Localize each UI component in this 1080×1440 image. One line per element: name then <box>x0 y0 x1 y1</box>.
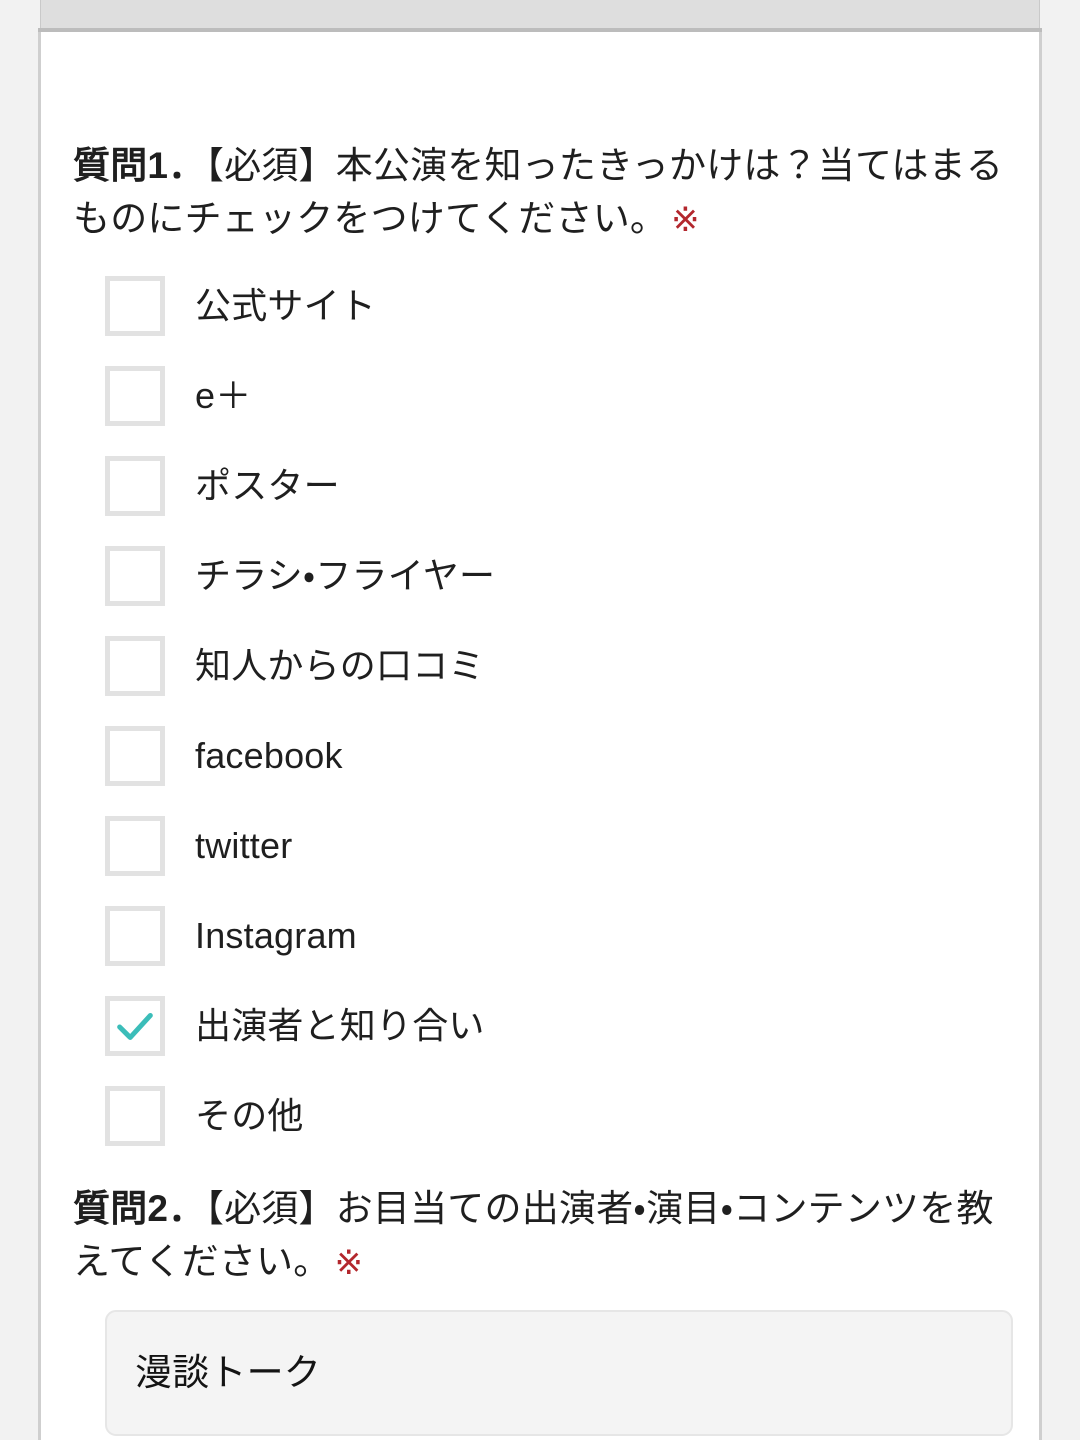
check-icon <box>117 1013 153 1041</box>
question-1-choice-list: 公式サイト e＋ ポスターチラシ・フライヤー 知人からの口コミ facebook twit… <box>73 261 1007 1161</box>
survey-form-card: 質問1．【必須】本公演を知ったきっかけは？当てはまるものにチェックをつけてくださ… <box>38 32 1042 1440</box>
choice-row[interactable]: facebook <box>73 711 1007 801</box>
checkbox-unchecked[interactable] <box>105 1086 165 1147</box>
question-1-heading: 質問1．【必須】本公演を知ったきっかけは？当てはまるものにチェックをつけてくださ… <box>73 140 1007 245</box>
choice-row[interactable]: ポスター <box>73 441 1007 531</box>
choice-label: facebook <box>195 735 343 777</box>
checkbox-unchecked[interactable] <box>105 366 165 427</box>
choice-label: 公式サイト <box>195 285 377 327</box>
choice-row[interactable]: チラシ・フライヤー <box>73 531 1007 621</box>
survey-page: 質問1．【必須】本公演を知ったきっかけは？当てはまるものにチェックをつけてくださ… <box>0 0 1080 1440</box>
choice-row[interactable]: twitter <box>73 801 1007 891</box>
question-1-block: 質問1．【必須】本公演を知ったきっかけは？当てはまるものにチェックをつけてくださ… <box>73 32 1007 1161</box>
question-2-number: 質問2． <box>73 1188 206 1230</box>
choice-label: 知人からの口コミ <box>195 645 485 687</box>
question-2-answer-field[interactable]: 漫談トーク <box>105 1310 1013 1437</box>
choice-label: チラシ・フライヤー <box>195 555 496 597</box>
checkbox-unchecked[interactable] <box>105 726 165 787</box>
choice-row[interactable]: 出演者と知り合い <box>73 981 1007 1071</box>
choice-label: twitter <box>195 825 293 867</box>
question-1-required-icon: ※ <box>671 200 700 239</box>
choice-label: Instagram <box>195 915 357 957</box>
question-1-number: 質問1． <box>73 145 206 186</box>
question-2-text: 【必須】お目当ての出演者・演目・コンテンツを教えてください。 <box>73 1188 994 1282</box>
choice-label: 出演者と知り合い <box>195 1005 485 1047</box>
question-2-heading: 質問2．【必須】お目当ての出演者・演目・コンテンツを教えてください。 ※ <box>73 1183 1007 1288</box>
checkbox-unchecked[interactable] <box>105 456 165 517</box>
checkbox-unchecked[interactable] <box>105 816 165 877</box>
question-2-required-icon: ※ <box>334 1243 364 1282</box>
choice-row[interactable]: e＋ <box>73 351 1007 441</box>
choice-label: e＋ <box>195 375 252 417</box>
previous-section-strip <box>40 0 1040 28</box>
question-2-answer-value[interactable]: 漫談トーク <box>135 1352 321 1394</box>
choice-label: その他 <box>195 1095 304 1137</box>
checkbox-unchecked[interactable] <box>105 276 165 337</box>
choice-row[interactable]: 公式サイト <box>73 261 1007 351</box>
choice-row[interactable]: その他 <box>73 1071 1007 1161</box>
choice-row[interactable]: 知人からの口コミ <box>73 621 1007 711</box>
choice-row[interactable]: Instagram <box>73 891 1007 981</box>
choice-label: ポスター <box>195 465 340 507</box>
checkbox-unchecked[interactable] <box>105 546 165 607</box>
question-2-block: 質問2．【必須】お目当ての出演者・演目・コンテンツを教えてください。 ※ 漫談トー… <box>73 1161 1013 1437</box>
question-1-text: 【必須】本公演を知ったきっかけは？当てはまるものにチェックをつけてください。 <box>73 145 1004 239</box>
checkbox-unchecked[interactable] <box>105 636 165 697</box>
checkbox-checked[interactable] <box>105 996 165 1057</box>
checkbox-unchecked[interactable] <box>105 906 165 967</box>
